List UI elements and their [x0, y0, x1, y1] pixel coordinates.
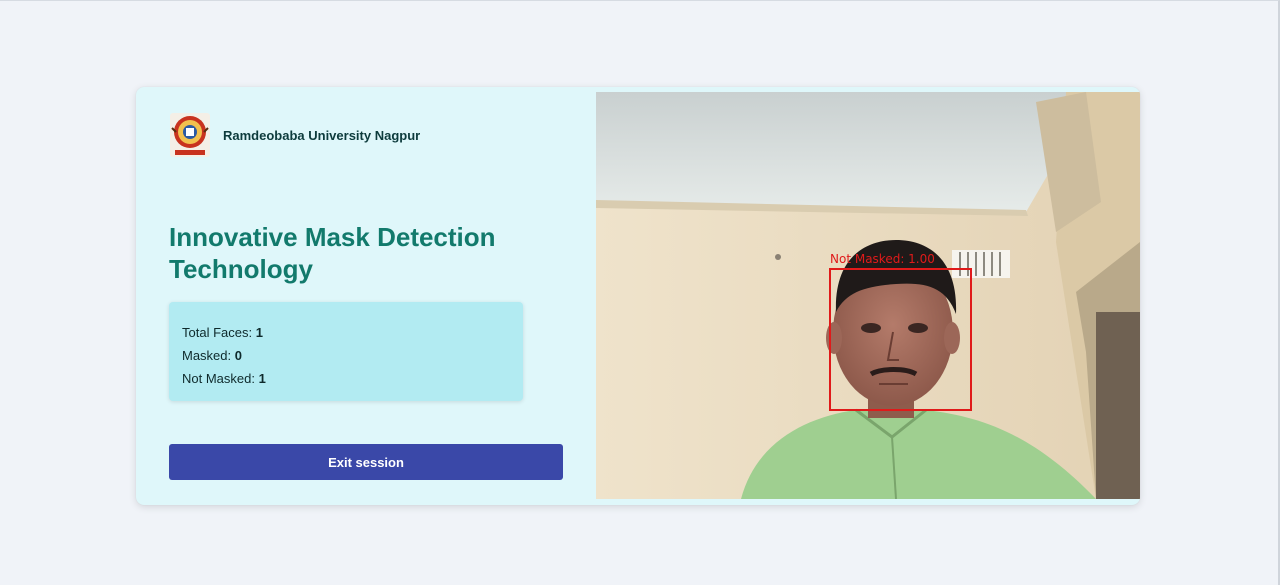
masked-value: 0 [234, 348, 242, 363]
university-logo [169, 112, 211, 158]
not-masked-label: Not Masked: [182, 371, 255, 386]
page: Ramdeobaba University Nagpur Innovative … [0, 0, 1280, 585]
info-panel: Ramdeobaba University Nagpur Innovative … [136, 87, 596, 505]
exit-session-button[interactable]: Exit session [169, 444, 563, 480]
total-faces-label: Total Faces: [182, 325, 253, 340]
stats-box: Total Faces: 1 Masked: 0 Not Masked: 1 [169, 302, 523, 401]
total-faces-value: 1 [255, 325, 263, 340]
not-masked-stat: Not Masked: 1 [182, 367, 510, 390]
brand: Ramdeobaba University Nagpur [169, 112, 420, 158]
camera-feed: Not Masked: 1.00 [596, 92, 1140, 499]
detection-card: Ramdeobaba University Nagpur Innovative … [136, 87, 1140, 505]
page-title: Innovative Mask Detection Technology [169, 222, 496, 284]
face-detection-box [829, 268, 972, 411]
masked-stat: Masked: 0 [182, 344, 510, 367]
university-name: Ramdeobaba University Nagpur [223, 127, 421, 143]
masked-label: Masked: [182, 348, 232, 363]
detection-label: Not Masked: 1.00 [830, 252, 935, 266]
not-masked-value: 1 [258, 371, 266, 386]
total-faces-stat: Total Faces: 1 [182, 321, 510, 344]
